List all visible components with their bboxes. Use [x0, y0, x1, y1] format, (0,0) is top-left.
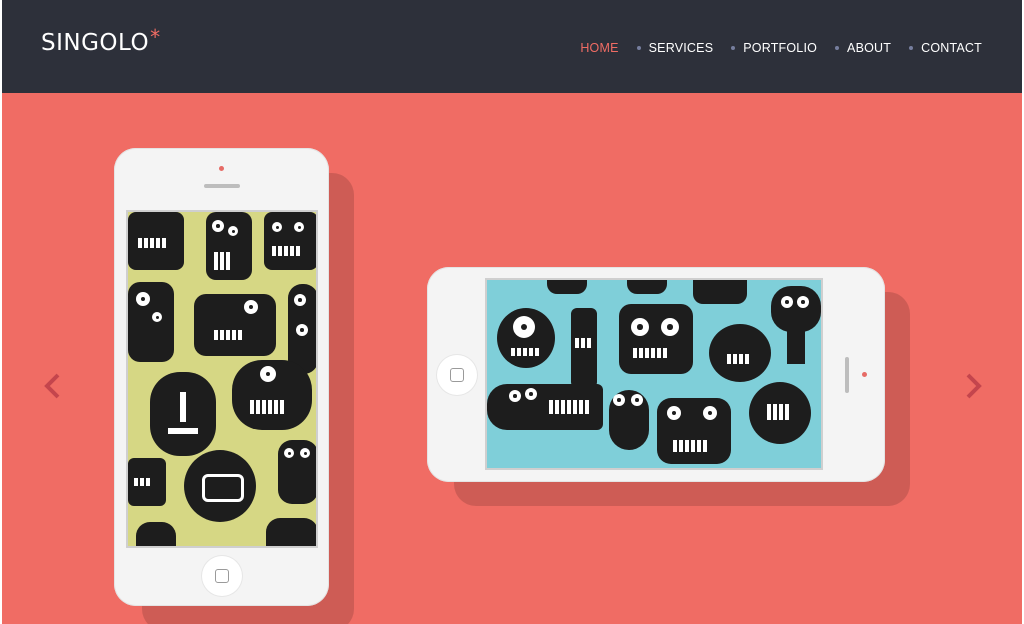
monster-illustration: [266, 518, 316, 546]
monster-illustration: [278, 440, 316, 504]
monster-illustration: [206, 212, 252, 280]
nav-about-label: ABOUT: [847, 41, 892, 55]
nav-services-label: SERVICES: [648, 41, 714, 55]
monster-illustration: [136, 522, 176, 546]
chevron-right-icon: [966, 373, 982, 399]
phone-speaker: [845, 357, 849, 393]
monster-illustration: [571, 308, 597, 388]
monster-illustration: [497, 308, 555, 368]
slider-next-button[interactable]: [958, 371, 988, 401]
monster-illustration: [709, 324, 771, 382]
nav-contact[interactable]: CONTACT: [891, 41, 982, 55]
home-button[interactable]: [437, 355, 477, 395]
chevron-left-icon: [44, 373, 60, 399]
monster-illustration: [128, 212, 184, 270]
nav-separator-dot: [909, 46, 914, 50]
horizontal-phone-screen: [485, 278, 823, 470]
vertical-phone[interactable]: [114, 148, 329, 606]
nav-separator-dot: [636, 46, 641, 50]
monster-illustration: [749, 382, 811, 444]
phone-camera: [862, 372, 867, 377]
nav-separator-dot: [835, 46, 840, 50]
slider-prev-button[interactable]: [38, 371, 68, 401]
home-square-icon: [215, 569, 229, 583]
nav-home-label: HOME: [580, 41, 619, 55]
monster-illustration: [787, 330, 805, 364]
nav-home[interactable]: HOME: [580, 41, 618, 55]
monster-illustration: [184, 450, 256, 522]
monster-illustration: [771, 286, 821, 332]
horizontal-phone[interactable]: [427, 267, 885, 482]
site-header: SINGOLO* HOME SERVICES PORTFOLIO ABOUT C…: [2, 0, 1022, 93]
monster-illustration: [487, 384, 603, 430]
nav-separator-dot: [731, 46, 736, 50]
home-square-icon: [450, 368, 464, 382]
vertical-phone-screen: [126, 210, 318, 548]
monster-illustration: [264, 212, 316, 270]
monster-illustration: [609, 390, 649, 450]
nav-portfolio[interactable]: PORTFOLIO: [713, 41, 817, 55]
monster-illustration: [627, 280, 667, 294]
monster-illustration: [288, 284, 316, 374]
nav-portfolio-label: PORTFOLIO: [743, 41, 818, 55]
home-button[interactable]: [202, 556, 242, 596]
hero-slider: [2, 93, 1022, 624]
monster-illustration: [657, 398, 731, 464]
monster-illustration: [547, 280, 587, 294]
phone-camera: [219, 166, 224, 171]
monster-illustration: [619, 304, 693, 374]
monster-illustration: [194, 294, 276, 356]
logo-text: SINGOLO: [41, 30, 150, 56]
monster-illustration: [693, 280, 747, 304]
monster-illustration: [232, 360, 312, 430]
nav-about[interactable]: ABOUT: [817, 41, 891, 55]
phone-speaker: [204, 184, 240, 188]
logo-asterisk: *: [150, 25, 161, 49]
monster-illustration: [128, 458, 166, 506]
nav-services[interactable]: SERVICES: [619, 41, 714, 55]
main-nav: HOME SERVICES PORTFOLIO ABOUT CONTACT: [580, 41, 982, 55]
logo[interactable]: SINGOLO*: [41, 25, 161, 56]
monster-illustration: [128, 282, 174, 362]
nav-contact-label: CONTACT: [921, 41, 982, 55]
monster-illustration: [150, 372, 216, 456]
